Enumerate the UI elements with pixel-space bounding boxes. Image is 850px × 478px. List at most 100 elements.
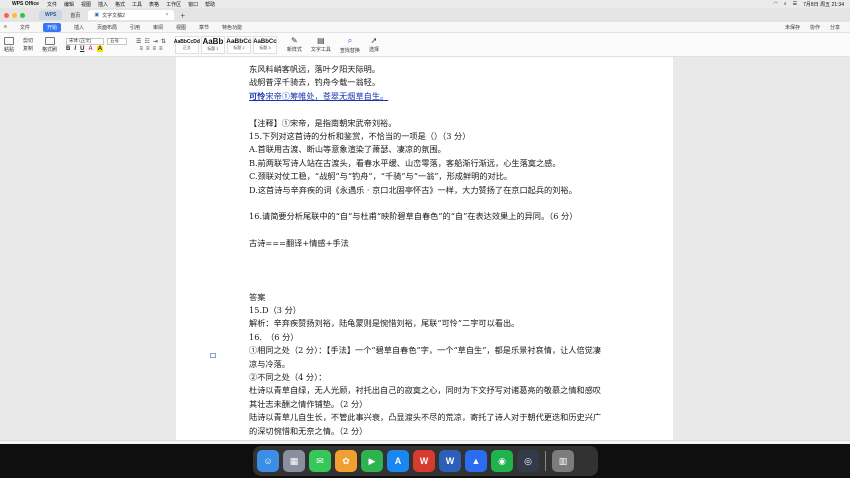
unsaved-button[interactable]: 未保存 [785, 24, 800, 31]
copy-button[interactable]: 复制 [23, 45, 33, 52]
font-group: 宋体 (正文) 五号 B I U A A [66, 37, 128, 52]
menu-edit[interactable]: 编辑 [64, 1, 74, 8]
ribbon-tab-file[interactable]: 文件 [20, 24, 30, 31]
dock-launchpad-icon[interactable]: ▦ [283, 450, 305, 472]
style-heading-2[interactable]: AaBbCc 标题 2 [226, 35, 252, 54]
dock-quicktime-icon[interactable]: ◎ [517, 450, 539, 472]
menu-workspace[interactable]: 工作区 [166, 1, 181, 8]
style-heading-3[interactable]: AaBbCc 标题 3 [252, 35, 277, 54]
font-color-icon[interactable]: A [88, 46, 92, 52]
dock-baidu-netdisk-icon[interactable]: ▲ [465, 450, 487, 472]
dock-wechat-icon[interactable]: ◉ [491, 450, 513, 472]
dock-messages-icon[interactable]: ✉ [309, 450, 331, 472]
ribbon-tab-features[interactable]: 特色功能 [222, 24, 242, 31]
menubar-status-area: ◠ ⌕ ☰ 7月8日 周五 21:34 [773, 1, 844, 8]
style-normal[interactable]: AaBbCcDd 正文 [174, 35, 200, 54]
zoom-window-button[interactable] [20, 12, 25, 18]
sort-icon[interactable]: ⇅ [161, 38, 166, 45]
document-page[interactable]: 东风料峭客帆远，落叶夕阳天际明。 战舸昔浮千骑去，钓舟今载一翁轻。 可怜宋帝①筹… [176, 57, 673, 440]
justify-icon[interactable]: ≡ [159, 46, 163, 52]
format-painter-button[interactable]: 格式刷 [42, 36, 58, 53]
mac-dock: ☺ ▦ ✉ ✿ ▶ A W W ▲ ◉ ◎ ▥ [253, 446, 598, 476]
question-15: 15.下列对这首诗的分析和鉴赏，不恰当的一项是（）（3 分） [249, 130, 471, 141]
ribbon-tab-references[interactable]: 引用 [130, 24, 140, 31]
text-tools-label: 文字工具 [310, 47, 331, 53]
minimize-window-button[interactable] [12, 12, 17, 18]
method-note: 古诗===翻译+情感+手法 [249, 238, 349, 249]
menu-format[interactable]: 格式 [115, 1, 125, 8]
find-replace-button[interactable]: ⌕ 查找替换 [340, 36, 360, 54]
ribbon-tab-review[interactable]: 审阅 [153, 24, 163, 31]
number-list-icon[interactable]: ☷ [144, 38, 149, 45]
close-window-button[interactable] [4, 12, 9, 18]
dock-facetime-icon[interactable]: ▶ [361, 450, 383, 472]
question-16: 16.请简要分析尾联中的“自”与杜甫“映阶碧草自春色”的“自”在表达效果上的异同… [249, 211, 578, 222]
bullet-list-icon[interactable]: ☰ [136, 38, 141, 45]
menubar-datetime[interactable]: 7月8日 周五 21:34 [803, 1, 844, 8]
menu-tools[interactable]: 工具 [132, 1, 142, 8]
ribbon-tab-view[interactable]: 视图 [176, 24, 186, 31]
menu-help[interactable]: 帮助 [205, 1, 215, 8]
dock-trash-icon[interactable]: ▥ [552, 450, 574, 472]
font-name-select[interactable]: 宋体 (正文) [66, 37, 105, 45]
italic-button[interactable]: I [74, 46, 76, 52]
control-center-icon[interactable]: ☰ [793, 1, 797, 7]
close-tab-icon[interactable]: × [165, 12, 168, 18]
style-heading-3-name: 标题 3 [259, 44, 271, 50]
dock-wps-icon[interactable]: W [413, 450, 435, 472]
underline-button[interactable]: U [80, 46, 84, 52]
dock-photos-icon[interactable]: ✿ [335, 450, 357, 472]
format-buttons: B I U A A [66, 45, 104, 52]
search-icon[interactable]: ⌕ [784, 1, 787, 7]
align-left-icon[interactable]: ≡ [139, 46, 143, 52]
new-style-label: 新样式 [286, 47, 302, 53]
new-style-icon: ✎ [291, 36, 298, 45]
new-style-button[interactable]: ✎ 新样式 [287, 36, 302, 53]
tab-document[interactable]: ▣ 文字文稿2 × [88, 10, 175, 20]
answer-16-title: 16. （6 分） [249, 331, 299, 342]
ribbon-tab-insert[interactable]: 插入 [74, 24, 84, 31]
menu-window[interactable]: 窗口 [188, 1, 198, 8]
cut-copy-group: 剪切 复制 [23, 37, 33, 52]
style-heading-1[interactable]: AaBb 标题 1 [200, 35, 225, 54]
format-painter-label: 格式刷 [42, 46, 58, 53]
menu-view[interactable]: 视图 [81, 1, 91, 8]
cut-button[interactable]: 剪切 [23, 37, 33, 44]
font-size-select[interactable]: 五号 [107, 37, 128, 45]
highlight-icon[interactable]: A [96, 45, 104, 52]
ribbon-tab-section[interactable]: 章节 [199, 24, 209, 31]
wifi-icon[interactable]: ◠ [773, 1, 777, 7]
share-button[interactable]: 分享 [830, 24, 840, 31]
indent-icon[interactable]: ⇥ [153, 38, 158, 45]
bold-button[interactable]: B [66, 46, 70, 52]
text-tools-button[interactable]: ▤ 文字工具 [311, 36, 331, 53]
collaborate-button[interactable]: 协作 [810, 24, 820, 31]
tab-home[interactable]: 首页 [64, 10, 86, 20]
new-tab-button[interactable]: + [180, 11, 185, 20]
ribbon-tab-layout[interactable]: 页面布局 [97, 24, 117, 31]
menu-icon[interactable]: ≡ [4, 24, 7, 30]
poem-line-5: 可怜宋帝①筹帷处，苍翠无烟草自生。 [249, 90, 609, 103]
wps-window: WPS 首页 ▣ 文字文稿2 × + ≡ 文件 开始 插入 页面布局 引用 审阅… [0, 8, 850, 452]
select-button[interactable]: ➚ 选择 [369, 36, 379, 53]
paste-button[interactable]: 粘贴 [4, 36, 14, 53]
document-scroll-area[interactable]: 东风料峭客帆远，落叶夕阳天际明。 战舸昔浮千骑去，钓舟今载一翁轻。 可怜宋帝①筹… [0, 57, 850, 440]
ribbon-tab-home[interactable]: 开始 [42, 22, 61, 32]
answer-title: 答案 [249, 291, 266, 302]
align-right-icon[interactable]: ≡ [152, 46, 156, 52]
menu-file[interactable]: 文件 [47, 1, 57, 8]
menu-insert[interactable]: 插入 [98, 1, 108, 8]
answer-16-part-3: 陆诗以青草儿自生长，不管此事兴衰，凸显渡头不尽的荒凉，寄托了诗人对于朝代更迭和历… [249, 412, 602, 436]
dock-area: ☺ ▦ ✉ ✿ ▶ A W W ▲ ◉ ◎ ▥ [0, 444, 850, 478]
dock-finder-icon[interactable]: ☺ [257, 450, 279, 472]
paragraph-marker-icon[interactable] [210, 353, 216, 358]
dock-app-store-icon[interactable]: A [387, 450, 409, 472]
dock-word-icon[interactable]: W [439, 450, 461, 472]
menu-table[interactable]: 表格 [149, 1, 159, 8]
paste-icon [4, 36, 14, 45]
menubar-app-name[interactable]: WPS Office [12, 1, 39, 7]
screen: WPS Office 文件 编辑 视图 插入 格式 工具 表格 工作区 窗口 帮… [0, 0, 850, 478]
style-heading-2-name: 标题 2 [233, 45, 245, 50]
align-center-icon[interactable]: ≡ [146, 46, 150, 52]
tab-wps[interactable]: WPS [39, 10, 63, 20]
